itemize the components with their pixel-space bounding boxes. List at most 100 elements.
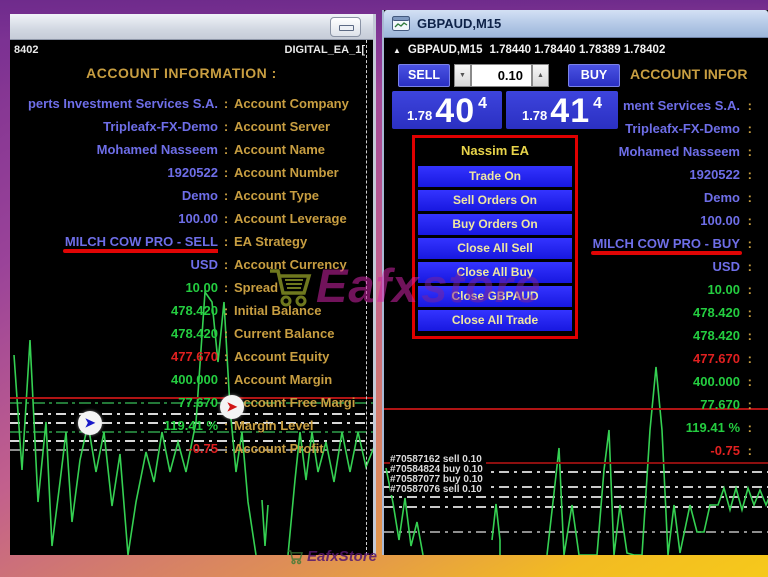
account-info-row: 10.00 : Spread	[10, 276, 373, 299]
buy-price-display[interactable]: 1.78 41 4	[506, 91, 618, 129]
account-info-row: 119.41 % :	[384, 416, 752, 439]
sell-price-prefix: 1.78	[406, 108, 433, 123]
volume-increase-button[interactable]: ▲	[532, 64, 549, 87]
account-info-row: 477.670 :	[384, 347, 752, 370]
separator-colon: :	[223, 165, 229, 180]
buy-price-pip: 4	[593, 95, 603, 112]
left-chart-area: 8402 DIGITAL_EA_1[ ACCOUNT INFORMATION :…	[10, 40, 373, 555]
account-value: 77.670	[178, 395, 218, 410]
sell-price-big: 40	[435, 92, 476, 130]
account-info-row: 119.41 % : Margin Level	[10, 414, 373, 437]
account-value: 478.420	[171, 303, 218, 318]
separator-colon: :	[223, 349, 229, 364]
account-value: MILCH COW PRO - SELL	[62, 230, 218, 253]
separator-colon: :	[223, 188, 229, 203]
ea-id-label: DIGITAL_EA_1[	[284, 44, 365, 56]
account-value: 100.00	[700, 213, 740, 228]
separator-colon: :	[747, 259, 752, 274]
account-label: Account Type	[234, 188, 319, 203]
account-value: 119.41 %	[163, 418, 218, 433]
account-info-row: USD : Account Currency	[10, 253, 373, 276]
account-label: Account Profit	[234, 441, 324, 456]
separator-colon: :	[223, 372, 229, 387]
sell-arrow-marker: ➤	[220, 395, 244, 419]
account-value: -0.75	[188, 441, 218, 456]
account-value: 119.41 %	[685, 420, 740, 435]
buy-arrow-marker: ➤	[78, 411, 102, 435]
account-info-row: 478.420 : Current Balance	[10, 322, 373, 345]
separator-colon: :	[747, 397, 752, 412]
volume-input[interactable]: 0.10	[471, 64, 532, 87]
account-label: Account Currency	[234, 257, 347, 272]
separator-colon: :	[747, 305, 752, 320]
sell-price-pip: 4	[478, 95, 488, 112]
ea-action-button[interactable]: Close All Trade	[418, 310, 572, 331]
ea-panel-title: Nassim EA	[461, 143, 529, 158]
account-label: Spread	[234, 280, 279, 295]
sell-price-display[interactable]: 1.78 40 4	[392, 91, 502, 129]
chart-window-icon	[392, 16, 410, 31]
quote-ohlc: 1.78440 1.78440 1.78389 1.78402	[489, 44, 666, 56]
account-info-row: perts Investment Services S.A. : Account…	[10, 92, 373, 115]
account-value: 1920522	[167, 165, 218, 180]
account-value: USD	[190, 257, 218, 272]
separator-colon: :	[223, 441, 229, 456]
separator-colon: :	[747, 190, 752, 205]
ea-control-panel: Nassim EA Trade On Sell Orders On Buy Or…	[412, 135, 578, 339]
account-value: 10.00	[707, 282, 740, 297]
account-info-row: 77.670 : Account Free Margi	[10, 391, 373, 414]
account-value: 478.420	[693, 328, 740, 343]
separator-colon: :	[223, 211, 229, 226]
separator-colon: :	[747, 213, 752, 228]
account-label: Initial Balance	[234, 303, 322, 318]
buy-price-big: 41	[550, 92, 591, 130]
ea-action-button[interactable]: Trade On	[418, 166, 572, 187]
sell-button[interactable]: SELL	[398, 64, 450, 87]
collapse-arrow-icon[interactable]: ▲	[393, 46, 401, 55]
ea-action-button[interactable]: Buy Orders On	[418, 214, 572, 235]
account-info-row: MILCH COW PRO - SELL : EA Strategy	[10, 230, 373, 253]
account-info-row: 77.670 :	[384, 393, 752, 416]
account-label: Account Leverage	[234, 211, 347, 226]
ea-action-button[interactable]: Close All Sell	[418, 238, 572, 259]
separator-colon: :	[747, 443, 752, 458]
account-value: USD	[712, 259, 740, 274]
ea-button-list: Trade On Sell Orders On Buy Orders On Cl…	[418, 166, 572, 331]
account-value: ment Services S.A.	[622, 98, 740, 113]
right-chart-window: GBPAUD,M15 ▲ GBPAUD,M15 1.78440 1.78440 …	[382, 10, 768, 555]
account-info-row: Tripleafx-FX-Demo : Account Server	[10, 115, 373, 138]
account-info-row: 400.000 : Account Margin	[10, 368, 373, 391]
buy-price-prefix: 1.78	[521, 108, 548, 123]
quote-fragment: 8402	[14, 44, 39, 56]
volume-decrease-button[interactable]: ▼	[454, 64, 471, 87]
ea-action-button[interactable]: Close GBPAUD	[418, 286, 572, 307]
account-label: Account Number	[234, 165, 339, 180]
separator-colon: :	[223, 303, 229, 318]
account-info-row: 478.420 : Initial Balance	[10, 299, 373, 322]
separator-colon: :	[747, 328, 752, 343]
account-value: 478.420	[171, 326, 218, 341]
separator-colon: :	[747, 282, 752, 297]
separator-colon: :	[223, 280, 229, 295]
account-info-row: -0.75 : Account Profit	[10, 437, 373, 460]
separator-colon: :	[223, 326, 229, 341]
ea-action-button[interactable]: Close All Buy	[418, 262, 572, 283]
right-window-titlebar: GBPAUD,M15	[384, 10, 768, 38]
account-value: 477.670	[171, 349, 218, 364]
account-value: 400.000	[171, 372, 218, 387]
minimize-button[interactable]	[330, 17, 361, 37]
account-label: Margin Level	[234, 418, 314, 433]
quote-symbol: GBPAUD,M15	[407, 44, 483, 56]
account-info-row: Demo : Account Type	[10, 184, 373, 207]
account-label: Current Balance	[234, 326, 335, 341]
account-value: 400.000	[693, 374, 740, 389]
account-info-row: 477.670 : Account Equity	[10, 345, 373, 368]
account-value: MILCH COW PRO - BUY	[590, 232, 743, 255]
separator-colon: :	[223, 119, 229, 134]
ea-action-button[interactable]: Sell Orders On	[418, 190, 572, 211]
buy-button[interactable]: BUY	[568, 64, 620, 87]
separator-colon: :	[747, 351, 752, 366]
left-window-titlebar	[10, 14, 373, 40]
account-label: Account Company	[234, 96, 349, 111]
account-info-title: ACCOUNT INFOR	[630, 66, 748, 82]
